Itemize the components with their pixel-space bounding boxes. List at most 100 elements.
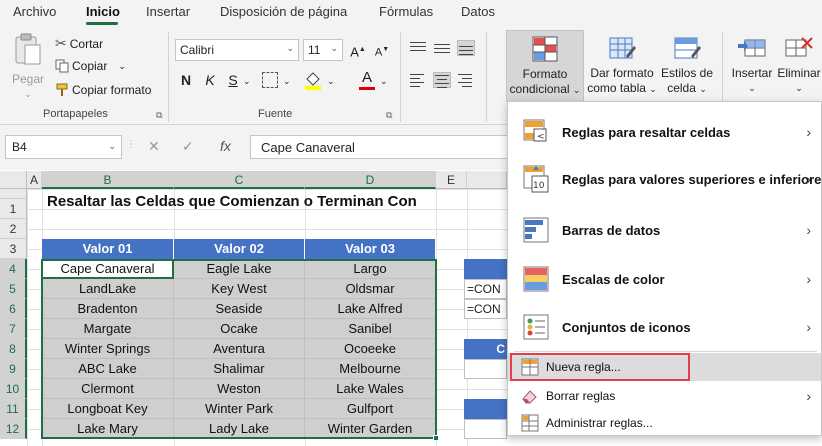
table-cell[interactable]: Gulfport: [305, 399, 436, 419]
side-empty-cell[interactable]: [464, 359, 507, 379]
increase-font-button[interactable]: A▲: [348, 40, 368, 60]
table-header-valor-02[interactable]: Valor 02: [174, 239, 305, 259]
table-cell[interactable]: Eagle Lake: [174, 259, 305, 279]
underline-dropdown-icon[interactable]: ⌄: [243, 76, 251, 87]
bold-button[interactable]: N: [176, 70, 196, 90]
fill-color-button[interactable]: [303, 70, 325, 92]
tab-datos[interactable]: Datos: [461, 4, 495, 19]
conditional-format-button[interactable]: Formato condicional ⌄: [506, 30, 584, 102]
align-top-icon[interactable]: [409, 40, 427, 56]
font-color-dropdown-icon[interactable]: ⌄: [380, 76, 388, 87]
cut-button[interactable]: ✂ Cortar: [55, 35, 103, 52]
column-header-e[interactable]: E: [436, 171, 467, 189]
table-cell[interactable]: Winter Garden: [305, 419, 436, 439]
copy-button[interactable]: Copiar ⌄: [55, 59, 126, 73]
table-cell[interactable]: Lady Lake: [174, 419, 305, 439]
italic-button[interactable]: K: [200, 70, 220, 90]
side-formula-cell[interactable]: =CON: [464, 279, 507, 299]
align-left-icon[interactable]: [409, 72, 427, 88]
table-cell[interactable]: Seaside: [174, 299, 305, 319]
table-cell[interactable]: Cape Canaveral: [42, 259, 174, 279]
side-formula-cell[interactable]: =CON: [464, 299, 507, 319]
table-cell[interactable]: Sanibel: [305, 319, 436, 339]
align-middle-icon[interactable]: [433, 40, 451, 56]
font-size-combo[interactable]: 11 ⌄: [303, 39, 343, 61]
menu-item-highlight-rules[interactable]: < Reglas para resaltar celdas ›: [508, 115, 821, 149]
sheet-title[interactable]: Resaltar las Celdas que Comienzan o Term…: [47, 193, 417, 210]
borders-icon[interactable]: [262, 72, 278, 88]
table-cell[interactable]: Clermont: [42, 379, 174, 399]
tab-archivo[interactable]: Archivo: [13, 4, 56, 19]
clipboard-launcher-icon[interactable]: ⧉: [156, 110, 162, 121]
table-cell[interactable]: Margate: [42, 319, 174, 339]
table-cell[interactable]: Melbourne: [305, 359, 436, 379]
table-cell[interactable]: Ocoeeke: [305, 339, 436, 359]
row-header[interactable]: 7: [0, 319, 27, 339]
table-cell[interactable]: Winter Park: [174, 399, 305, 419]
menu-item-color-scales[interactable]: Escalas de color ›: [508, 261, 821, 297]
row-header[interactable]: 6: [0, 299, 27, 319]
table-cell[interactable]: Ocake: [174, 319, 305, 339]
table-cell[interactable]: Lake Wales: [305, 379, 436, 399]
menu-item-clear-rules[interactable]: Borrar reglas ›: [508, 383, 821, 409]
decrease-font-button[interactable]: A▼: [372, 40, 392, 60]
cancel-icon[interactable]: ✕: [148, 138, 160, 155]
table-cell[interactable]: Aventura: [174, 339, 305, 359]
menu-item-data-bars[interactable]: Barras de datos ›: [508, 212, 821, 248]
table-header-valor-01[interactable]: Valor 01: [42, 239, 174, 259]
table-cell[interactable]: Shalimar: [174, 359, 305, 379]
font-color-button[interactable]: A: [357, 69, 377, 91]
font-launcher-icon[interactable]: ⧉: [386, 110, 392, 121]
underline-button[interactable]: S: [223, 70, 243, 90]
fill-handle[interactable]: [433, 435, 439, 441]
table-cell[interactable]: Winter Springs: [42, 339, 174, 359]
row-header[interactable]: 10: [0, 379, 27, 399]
tab-insertar[interactable]: Insertar: [146, 4, 190, 19]
fx-icon[interactable]: fx: [220, 138, 231, 154]
table-cell[interactable]: Weston: [174, 379, 305, 399]
fill-dropdown-icon[interactable]: ⌄: [327, 76, 335, 87]
align-right-icon[interactable]: [457, 72, 475, 88]
row-header[interactable]: 8: [0, 339, 27, 359]
column-header-a[interactable]: A: [27, 171, 42, 189]
table-cell[interactable]: Bradenton: [42, 299, 174, 319]
row-header[interactable]: 12: [0, 419, 27, 439]
confirm-icon[interactable]: ✓: [182, 138, 194, 155]
tab-inicio[interactable]: Inicio: [86, 4, 120, 19]
align-bottom-icon[interactable]: [457, 40, 475, 56]
table-cell[interactable]: Oldsmar: [305, 279, 436, 299]
delete-button[interactable]: Eliminar ⌄: [776, 30, 822, 102]
copy-format-button[interactable]: Copiar formato: [55, 83, 151, 97]
table-cell[interactable]: Longboat Key: [42, 399, 174, 419]
name-box[interactable]: B4 ⌄: [5, 135, 122, 159]
format-as-table-button[interactable]: Dar formato como tabla ⌄: [586, 30, 658, 102]
side-empty-cell[interactable]: [464, 419, 507, 439]
insert-button[interactable]: Insertar ⌄: [728, 30, 776, 102]
menu-item-manage-rules[interactable]: Administrar reglas...: [508, 410, 821, 436]
table-cell[interactable]: Lake Mary: [42, 419, 174, 439]
row-header[interactable]: 3: [0, 239, 27, 259]
column-header-c[interactable]: C: [174, 171, 305, 189]
tab-disposicion[interactable]: Disposición de página: [220, 4, 347, 19]
menu-item-new-rule[interactable]: Nueva regla...: [508, 353, 821, 381]
column-header-b[interactable]: B: [42, 171, 174, 189]
tab-formulas[interactable]: Fórmulas: [379, 4, 433, 19]
table-cell[interactable]: Key West: [174, 279, 305, 299]
column-header-f[interactable]: [467, 171, 507, 189]
cell-styles-button[interactable]: Estilos de celda ⌄: [660, 30, 714, 102]
row-header[interactable]: 1: [0, 199, 27, 219]
row-header[interactable]: 2: [0, 219, 27, 239]
table-cell[interactable]: Largo: [305, 259, 436, 279]
font-name-combo[interactable]: Calibri ⌄: [175, 39, 299, 61]
table-cell[interactable]: ABC Lake: [42, 359, 174, 379]
table-header-valor-03[interactable]: Valor 03: [305, 239, 436, 259]
row-header[interactable]: 11: [0, 399, 27, 419]
menu-item-icon-sets[interactable]: Conjuntos de iconos ›: [508, 309, 821, 345]
menu-item-top-bottom-rules[interactable]: 10 Reglas para valores superiores e infe…: [508, 160, 822, 198]
row-header[interactable]: 5: [0, 279, 27, 299]
row-header[interactable]: 4: [0, 259, 27, 279]
align-center-icon[interactable]: [433, 72, 451, 88]
table-cell[interactable]: LandLake: [42, 279, 174, 299]
select-all-corner[interactable]: [0, 171, 27, 189]
paste-button[interactable]: Pegar ⌄: [8, 32, 48, 102]
